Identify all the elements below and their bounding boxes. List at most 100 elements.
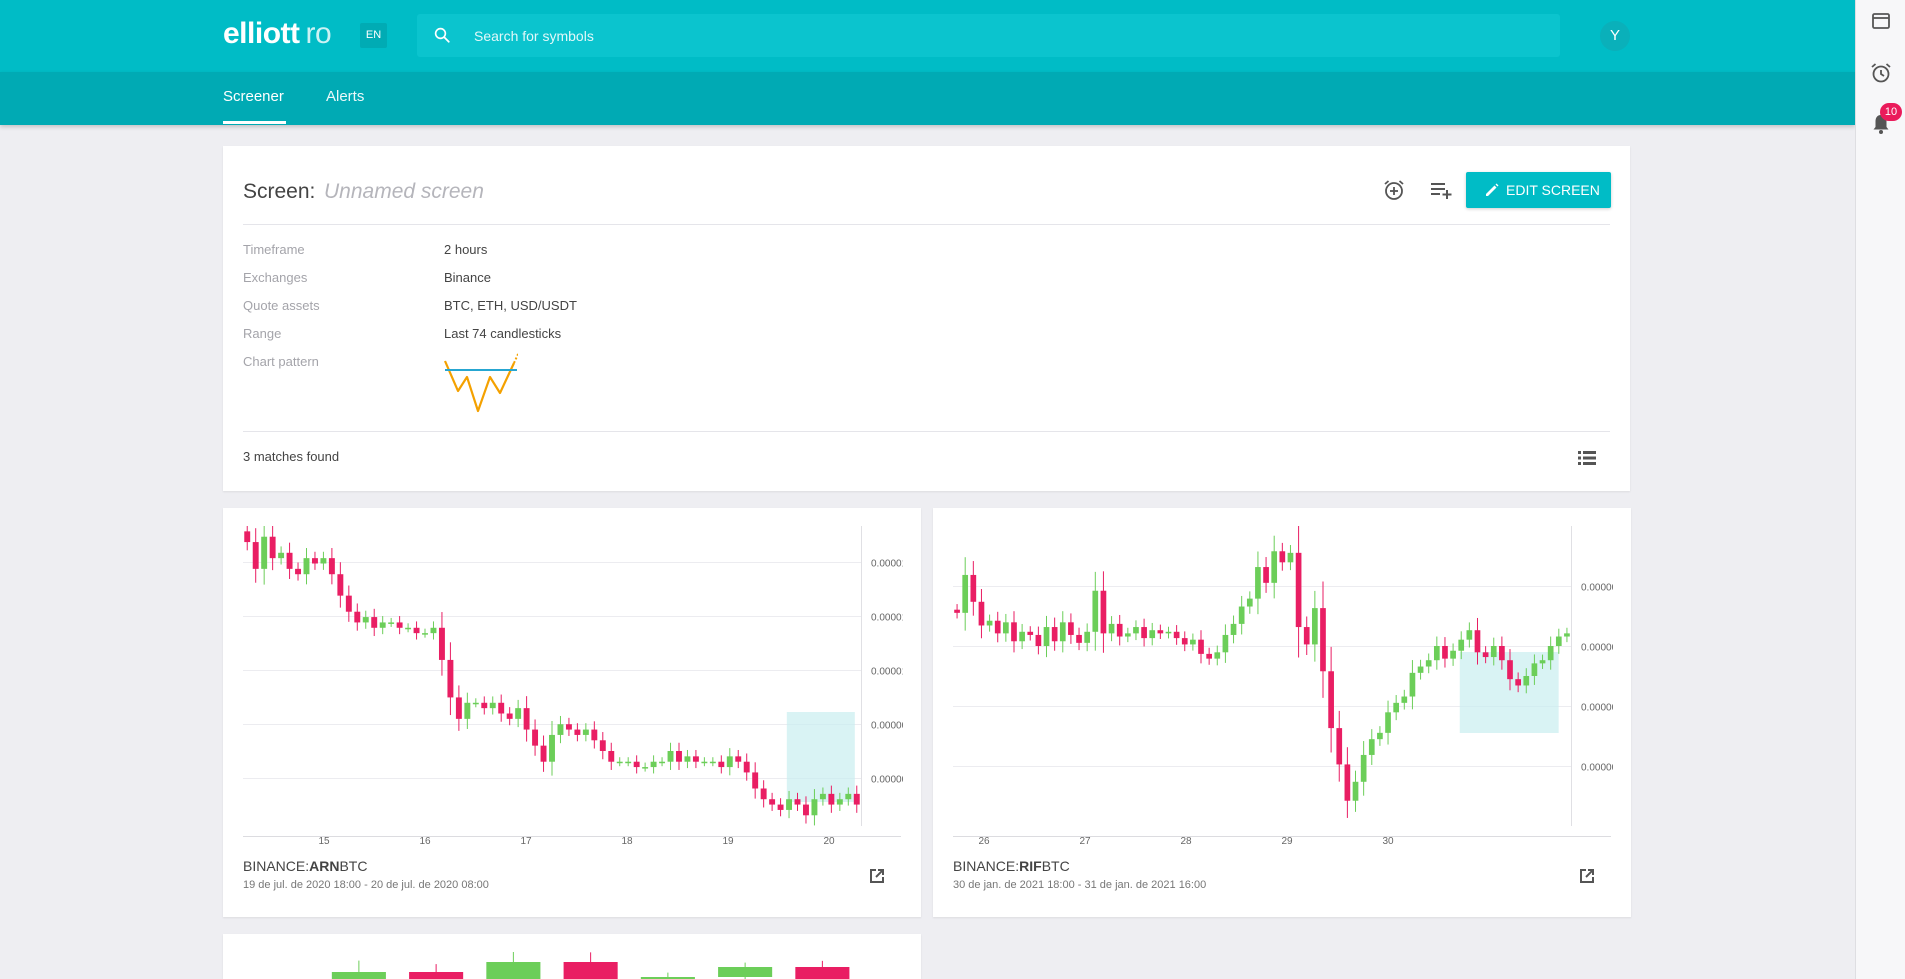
candle-down <box>692 756 699 762</box>
candle-up <box>819 793 826 800</box>
candle-down <box>1157 630 1164 634</box>
candle-up <box>962 574 969 613</box>
candle-up <box>625 761 632 764</box>
candle-down <box>1181 638 1188 645</box>
language-selector[interactable]: EN <box>360 23 387 48</box>
logo[interactable]: elliott ro <box>223 16 332 52</box>
candle-up <box>1084 631 1091 643</box>
candle-down <box>1141 627 1147 639</box>
alarm-clock-icon[interactable] <box>1868 60 1894 86</box>
candle-down <box>1507 660 1513 680</box>
candle-down <box>676 751 682 762</box>
candle-down <box>1100 590 1107 634</box>
candle-up <box>1433 646 1440 661</box>
x-tick-label: 15 <box>318 836 330 847</box>
candle-up <box>379 622 386 628</box>
candle-down <box>1482 652 1489 658</box>
candle-up <box>1003 622 1009 634</box>
window-icon[interactable] <box>1868 8 1894 34</box>
candlestick-chart[interactable] <box>243 952 903 979</box>
candle-up <box>582 729 589 735</box>
tab-alerts[interactable]: Alerts <box>326 88 364 105</box>
exchange-name: BINANCE: <box>953 858 1020 874</box>
candle-down <box>1336 728 1343 765</box>
candle-down <box>978 601 985 626</box>
timeframe-label: Timeframe <box>243 242 305 257</box>
candle-down <box>1320 608 1326 672</box>
list-view-icon[interactable] <box>1575 446 1599 470</box>
candle-up <box>557 724 564 735</box>
candle-down <box>540 745 547 762</box>
candle-down <box>563 962 618 979</box>
candle-up <box>650 761 657 768</box>
candle-up <box>549 734 555 762</box>
matches-count: 3 matches found <box>243 449 340 464</box>
candle-down <box>371 617 378 628</box>
pencil-icon <box>1486 183 1499 196</box>
symbol-name[interactable]: BINANCE:ARNBTC <box>243 858 367 874</box>
candle-down <box>506 713 513 719</box>
search-input[interactable] <box>474 14 1544 57</box>
candle-up <box>659 761 666 764</box>
candle-up <box>1238 606 1245 624</box>
x-tick-label: 26 <box>978 836 990 847</box>
candle-up <box>405 627 412 630</box>
add-alarm-icon[interactable] <box>1380 176 1408 204</box>
candle-down <box>1011 622 1017 642</box>
y-tick-label: 0.0000044 <box>1581 763 1613 774</box>
candlestick-chart[interactable]: 0.0000120 0.0000110 0.0000100 0.0000090 0.00… <box>243 526 903 856</box>
open-external-icon[interactable] <box>1575 864 1599 888</box>
candle-up <box>278 552 285 559</box>
edit-screen-button[interactable]: EDIT SCREEN <box>1466 172 1611 208</box>
candle-up <box>388 622 395 624</box>
candle-down <box>574 729 581 735</box>
candle-up <box>836 799 843 805</box>
candle-up <box>1019 631 1025 642</box>
candle-up <box>1059 622 1066 642</box>
candle-up <box>1393 702 1400 713</box>
x-tick-label: 20 <box>823 836 835 847</box>
candle-up <box>718 967 773 977</box>
x-tick-label: 27 <box>1079 836 1091 847</box>
candle-down <box>1076 634 1082 643</box>
pattern-highlight <box>786 712 855 802</box>
playlist-add-icon[interactable] <box>1427 176 1455 204</box>
y-tick-label: 0.0000080 <box>871 775 903 786</box>
candle-up <box>701 761 708 764</box>
candle-down <box>1116 623 1123 637</box>
candle-down <box>794 799 801 805</box>
candle-down <box>481 702 488 709</box>
right-rail: 10 <box>1855 0 1905 979</box>
y-tick-label: 0.0000048 <box>1581 703 1613 714</box>
candle-down <box>954 609 960 613</box>
candle-up <box>1450 650 1456 659</box>
tab-screener[interactable]: Screener <box>223 88 284 105</box>
candlestick-chart[interactable]: 0.0000056 0.0000052 0.0000048 0.0000044 26 27… <box>953 526 1613 856</box>
candle-down <box>1328 671 1334 729</box>
candle-down <box>777 804 784 810</box>
y-tick-label: 0.0000110 <box>871 613 903 624</box>
candle-up <box>1401 696 1408 703</box>
divider <box>243 224 1610 225</box>
symbol-name[interactable]: BINANCE:RIFBTC <box>953 858 1070 874</box>
open-external-icon[interactable] <box>865 864 889 888</box>
candle-up <box>422 633 428 635</box>
candle-up <box>320 558 327 564</box>
x-tick-label: 28 <box>1180 836 1192 847</box>
candle-up <box>362 617 369 623</box>
candle-down <box>523 708 530 730</box>
candle-down <box>735 756 742 762</box>
screen-name[interactable]: Unnamed screen <box>324 180 484 204</box>
candle-down <box>252 542 259 569</box>
quote-asset: BTC <box>1041 858 1070 874</box>
candle-down <box>1344 764 1351 801</box>
candle-up <box>811 799 818 816</box>
candle-up <box>331 972 386 979</box>
candle-up <box>1190 639 1196 645</box>
notification-badge: 10 <box>1880 103 1902 121</box>
candle-up <box>1564 633 1570 637</box>
range-label: Range <box>243 326 282 341</box>
candle-down <box>1279 551 1286 563</box>
candle-up <box>667 751 674 762</box>
avatar[interactable]: Y <box>1600 21 1630 51</box>
